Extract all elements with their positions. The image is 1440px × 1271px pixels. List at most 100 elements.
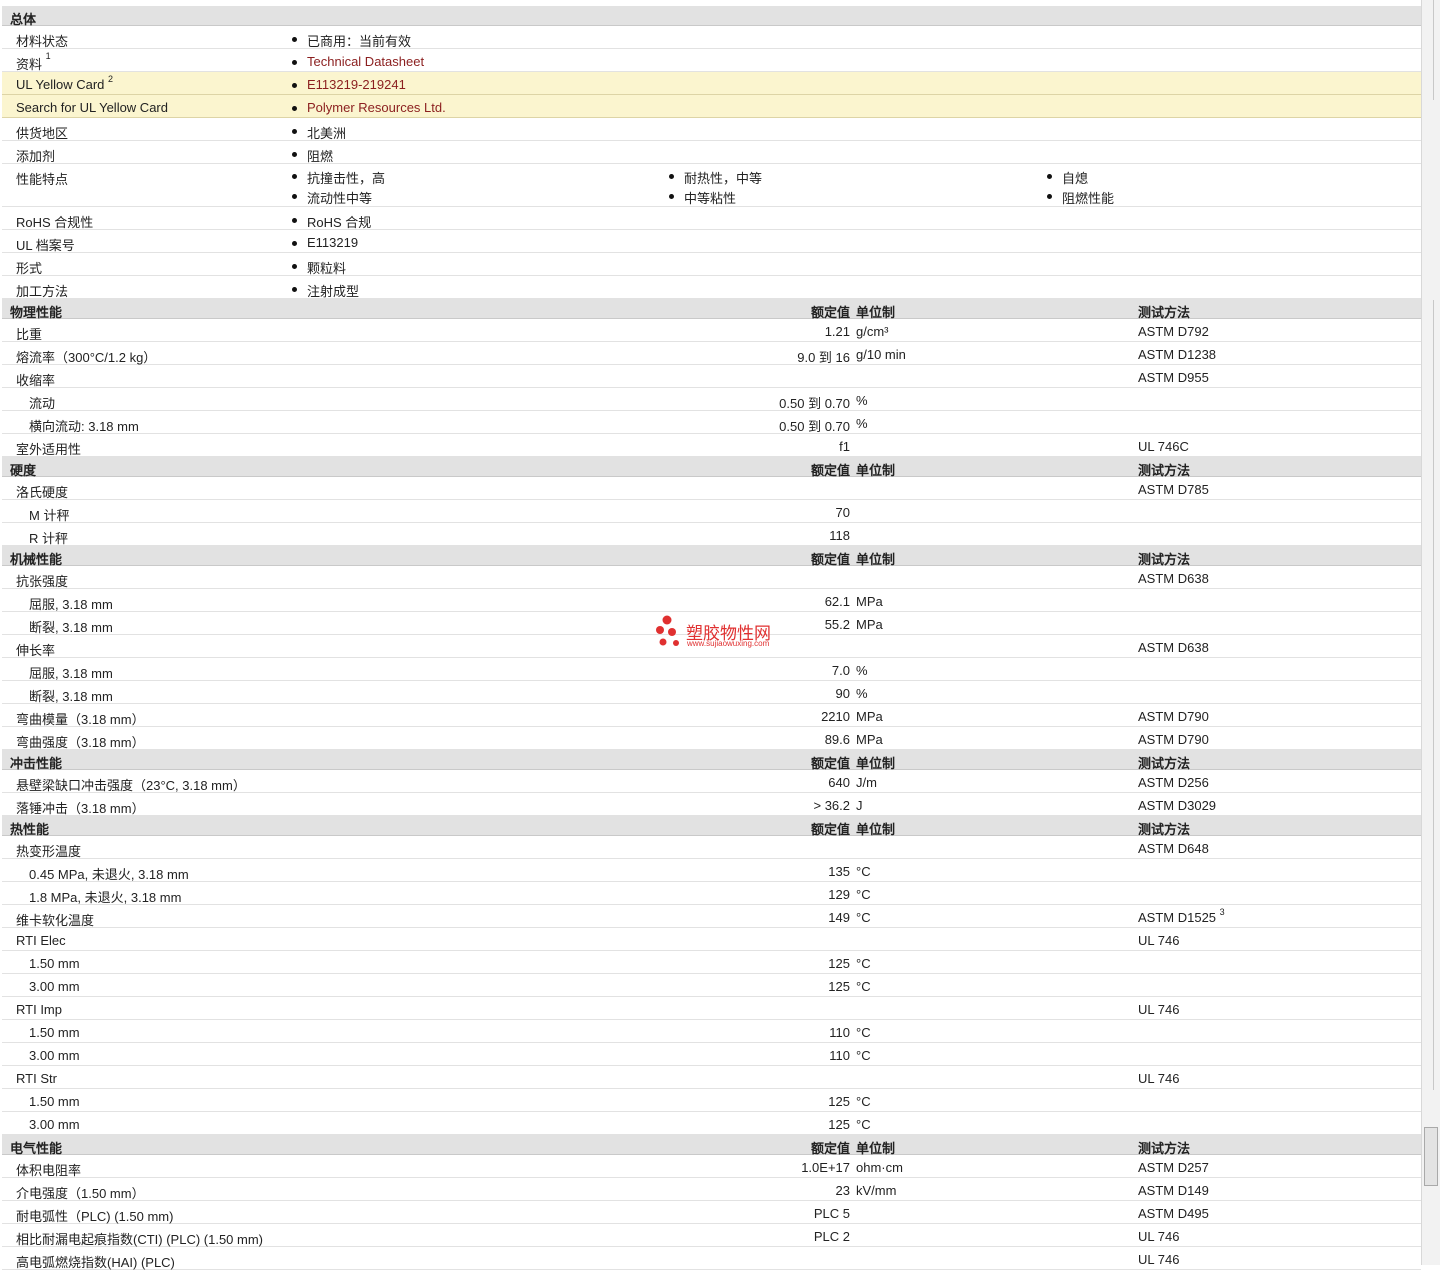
property-row: 1.50 mm 125 °C <box>2 951 1421 974</box>
property-row: RTI Elec UL 746 <box>2 928 1421 951</box>
property-row: 热变形温度 ASTM D648 <box>2 836 1421 859</box>
property-label: 流动 <box>29 396 56 411</box>
property-label: 耐电弧性（PLC) (1.50 mm) <box>16 1209 174 1224</box>
property-row: M 计秤 70 <box>2 500 1421 523</box>
test-method: ASTM D648 <box>1138 841 1209 856</box>
property-label-text: 材料状态 <box>16 34 69 49</box>
property-label-text: 性能特点 <box>16 172 69 187</box>
property-label: 1.50 mm <box>29 1025 80 1040</box>
property-label: 加工方法 <box>16 281 68 300</box>
test-method: UL 746C <box>1138 439 1189 454</box>
edge-line <box>1433 0 1434 100</box>
test-method: ASTM D638 <box>1138 571 1209 586</box>
test-method: ASTM D955 <box>1138 370 1209 385</box>
unit-value: MPa <box>856 709 883 724</box>
nominal-value: 23 <box>835 1183 850 1198</box>
property-label: RTI Str <box>16 1071 57 1086</box>
scrollbar-thumb[interactable] <box>1424 1127 1438 1186</box>
unit-value: % <box>856 416 868 431</box>
unit-value: °C <box>856 979 871 994</box>
section-header: 物理性能 额定值 单位制 测试方法 <box>2 299 1421 320</box>
property-label: 弯曲模量（3.18 mm） <box>16 712 145 727</box>
property-label: RTI Imp <box>16 1002 62 1017</box>
property-label: 供货地区 <box>16 123 68 142</box>
nominal-value: PLC 5 <box>813 1206 850 1221</box>
property-value: RoHS 合规 <box>291 212 371 231</box>
test-method-text: ASTM D638 <box>1138 571 1209 586</box>
property-label: 屈服, 3.18 mm <box>29 597 113 612</box>
property-row: 体积电阻率 1.0E+17 ohm·cm ASTM D257 <box>2 1155 1421 1178</box>
feature-item: 中等粘性 <box>668 188 736 207</box>
test-method-text: ASTM D1238 <box>1138 347 1217 362</box>
nominal-value: > 36.2 <box>813 798 850 813</box>
section-header: 总体 <box>2 6 1421 27</box>
nominal-value: PLC 2 <box>813 1229 850 1244</box>
property-link[interactable]: E113219-219241 <box>291 77 406 92</box>
property-label: 洛氏硬度 <box>16 485 69 500</box>
property-row: 落锤冲击（3.18 mm） > 36.2 J ASTM D3029 <box>2 793 1421 816</box>
test-method-text: ASTM D3029 <box>1138 798 1217 813</box>
section-header: 冲击性能 额定值 单位制 测试方法 <box>2 750 1421 771</box>
property-label: 弯曲强度（3.18 mm） <box>16 735 145 750</box>
property-row: 0.45 MPa, 未退火, 3.18 mm 135 °C <box>2 859 1421 882</box>
property-label: 介电强度（1.50 mm） <box>16 1186 145 1201</box>
test-method-text: ASTM D955 <box>1138 370 1209 385</box>
property-link[interactable]: Technical Datasheet <box>291 54 424 69</box>
unit-value: °C <box>856 887 871 902</box>
unit-value: MPa <box>856 732 883 747</box>
property-row: 1.50 mm 110 °C <box>2 1020 1421 1043</box>
property-row: 比重 1.21 g/cm³ ASTM D792 <box>2 319 1421 342</box>
property-label: RTI Elec <box>16 933 66 948</box>
property-value: 已商用：当前有效 <box>291 31 411 50</box>
property-label-text: Search for UL Yellow Card <box>16 100 168 115</box>
test-method-text: ASTM D785 <box>1138 482 1209 497</box>
property-row: 屈服, 3.18 mm 62.1 MPa <box>2 589 1421 612</box>
footnote-marker: 2 <box>108 74 114 84</box>
property-link[interactable]: Polymer Resources Ltd. <box>291 100 446 115</box>
property-value: 颗粒料 <box>291 258 346 277</box>
property-row: 供货地区 北美洲 <box>2 118 1421 141</box>
property-label: 收缩率 <box>16 373 56 388</box>
property-row: 抗张强度 ASTM D638 <box>2 566 1421 589</box>
nominal-value: 89.6 <box>824 732 850 747</box>
property-label: 断裂, 3.18 mm <box>29 620 113 635</box>
nominal-value: 0.50 到 0.70 <box>779 419 850 434</box>
property-row: 材料状态 已商用：当前有效 <box>2 26 1421 49</box>
property-label: 3.00 mm <box>29 979 80 994</box>
nominal-value: 125 <box>828 956 850 971</box>
property-row: 资料 1 Technical Datasheet <box>2 49 1421 72</box>
property-label: 0.45 MPa, 未退火, 3.18 mm <box>29 867 189 882</box>
watermark-dots-icon <box>656 615 679 646</box>
test-method-text: ASTM D790 <box>1138 709 1209 724</box>
vertical-scrollbar[interactable] <box>1421 0 1440 1265</box>
property-row: 维卡软化温度 149 °C ASTM D1525 3 <box>2 905 1421 928</box>
nominal-value: 90 <box>835 686 850 701</box>
property-row: 加工方法 注射成型 <box>2 276 1421 299</box>
property-label: 室外适用性 <box>16 442 82 457</box>
nominal-value: 125 <box>828 1094 850 1109</box>
property-row: UL Yellow Card 2 E113219-219241 <box>2 72 1421 95</box>
property-row: 屈服, 3.18 mm 7.0% <box>2 658 1421 681</box>
unit-value: ohm·cm <box>856 1160 903 1175</box>
property-label-text: UL Yellow Card <box>16 77 105 92</box>
property-row: RTI Str UL 746 <box>2 1066 1421 1089</box>
property-label: 1.50 mm <box>29 956 80 971</box>
property-label: 抗张强度 <box>16 574 69 589</box>
property-label-text: UL 档案号 <box>16 238 75 253</box>
property-row: 3.00 mm 125 °C <box>2 974 1421 997</box>
property-row: R 计秤 118 <box>2 523 1421 546</box>
watermark-url: www.sujiaowuxing.com <box>687 639 770 648</box>
property-row: 介电强度（1.50 mm） 23 kV/mm ASTM D149 <box>2 1178 1421 1201</box>
test-method: UL 746 <box>1138 1071 1179 1086</box>
nominal-value: 125 <box>828 1117 850 1132</box>
property-label: 熔流率（300°C/1.2 kg） <box>16 350 157 365</box>
test-method: UL 746 <box>1138 1229 1179 1244</box>
edge-line <box>1433 300 1434 1090</box>
nominal-value: 7.0 <box>831 663 850 678</box>
unit-value: kV/mm <box>856 1183 897 1198</box>
test-method-text: UL 746 <box>1138 1071 1180 1086</box>
property-label: 高电弧燃烧指数(HAI) (PLC) <box>16 1255 175 1270</box>
property-label: 热变形温度 <box>16 844 82 859</box>
test-method: ASTM D792 <box>1138 324 1209 339</box>
unit-value: °C <box>856 864 871 879</box>
